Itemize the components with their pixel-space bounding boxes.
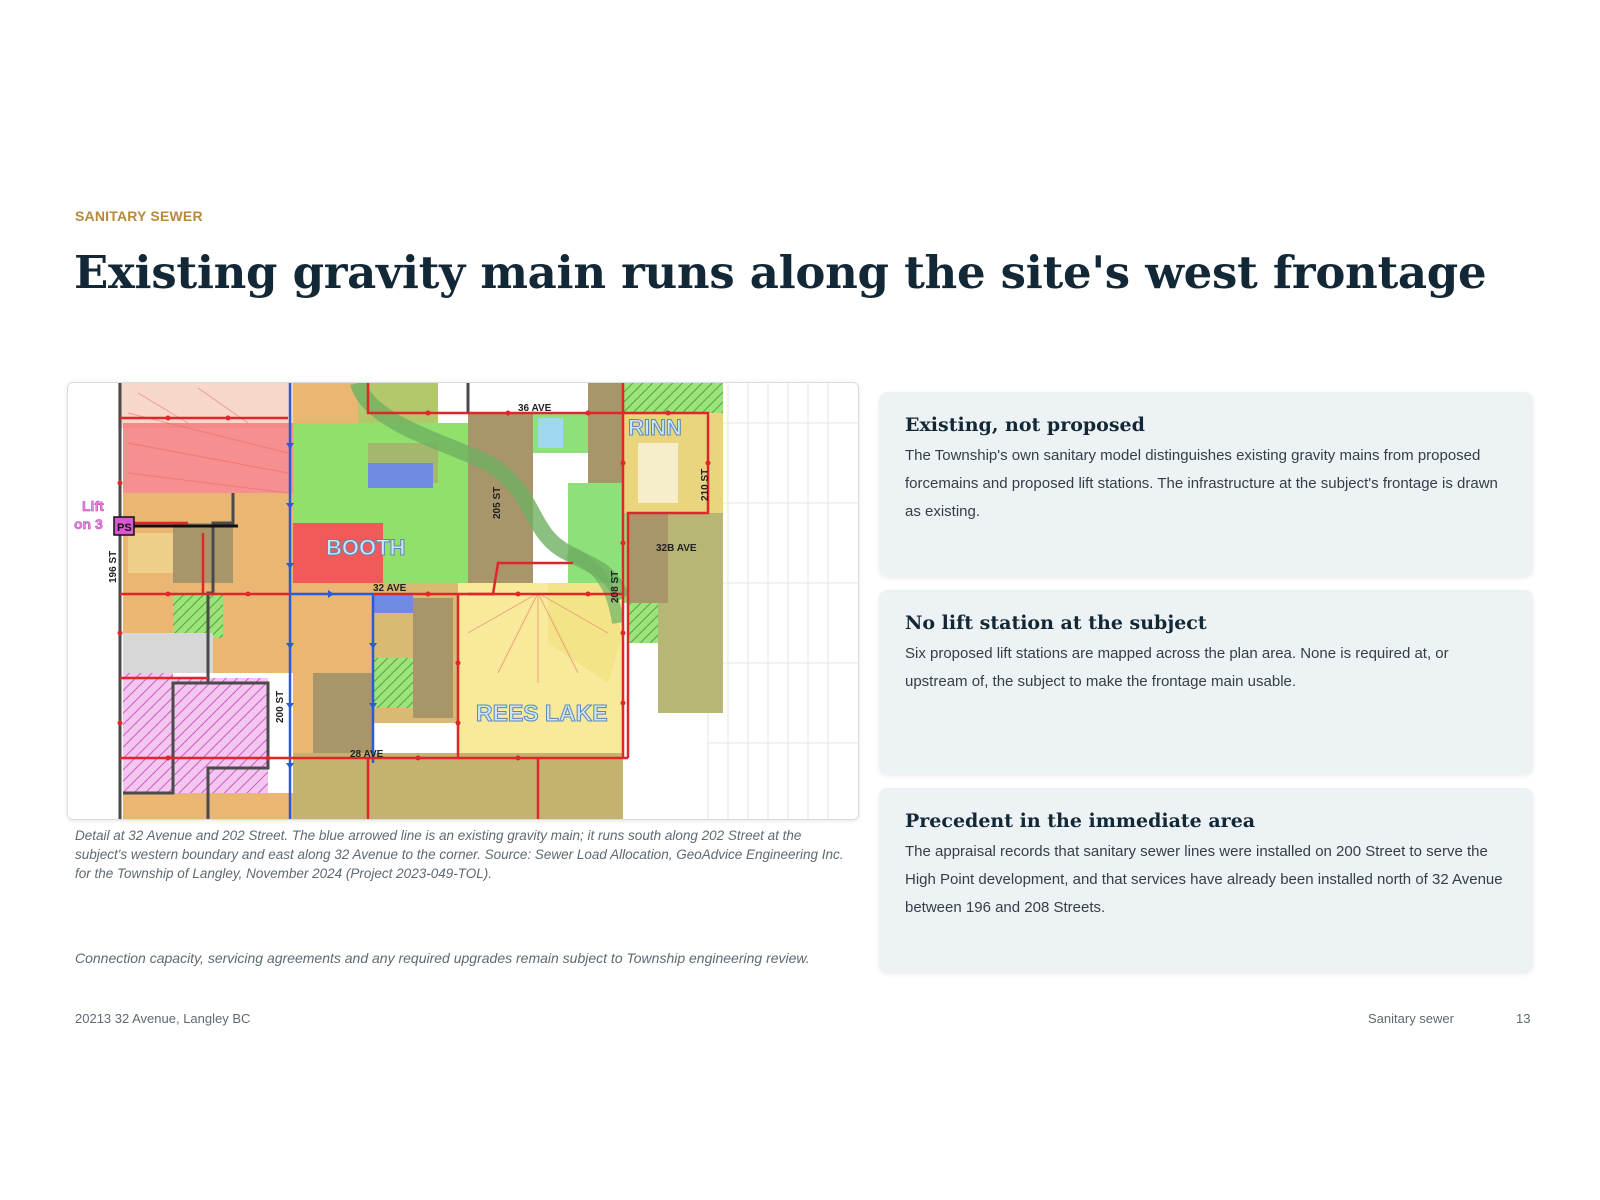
map-caption: Detail at 32 Avenue and 202 Street. The … xyxy=(75,828,844,881)
card-body: The Township's own sanitary model distin… xyxy=(905,447,1498,520)
neighbourhood-rees-lake: REES LAKE xyxy=(476,700,608,726)
street-32b-ave: 32B AVE xyxy=(656,543,697,554)
card-heading: No lift station at the subject xyxy=(905,612,1207,634)
card-heading: Existing, not proposed xyxy=(905,414,1145,436)
footer-address: 20213 32 Avenue, Langley BC xyxy=(75,1011,251,1026)
card-heading: Precedent in the immediate area xyxy=(905,810,1256,832)
neighbourhood-rinn: RINN xyxy=(628,415,682,440)
lift-station-label-2: on 3 xyxy=(74,516,103,532)
card-precedent: Precedent in the immediate area The appr… xyxy=(879,788,1533,972)
neighbourhood-booth: BOOTH xyxy=(326,535,405,560)
street-28-ave: 28 AVE xyxy=(350,749,384,760)
footnote: Connection capacity, servicing agreement… xyxy=(75,950,810,966)
card-body: Six proposed lift stations are mapped ac… xyxy=(905,645,1449,690)
card-body: The appraisal records that sanitary sewe… xyxy=(905,843,1503,916)
pump-station-label: PS xyxy=(117,522,132,534)
street-205-st: 205 ST xyxy=(492,487,503,519)
street-32-ave: 32 AVE xyxy=(373,583,407,594)
street-210-st: 210 ST xyxy=(700,469,711,501)
street-208-st: 208 ST xyxy=(610,571,621,603)
sewer-map-figure: PS Lift on 3 BOOTH RINN REES LAKE 36 AVE… xyxy=(67,382,859,820)
eyebrow-label: SANITARY SEWER xyxy=(75,208,203,224)
street-196-st: 196 ST xyxy=(108,551,119,583)
card-no-lift-station: No lift station at the subject Six propo… xyxy=(879,590,1533,774)
page-number: 13 xyxy=(1516,1011,1531,1026)
card-existing-not-proposed: Existing, not proposed The Township's ow… xyxy=(879,392,1533,576)
street-36-ave: 36 AVE xyxy=(518,403,552,414)
sewer-map: PS Lift on 3 BOOTH RINN REES LAKE 36 AVE… xyxy=(68,383,858,819)
lift-station-label-1: Lift xyxy=(82,498,104,514)
street-200-st: 200 ST xyxy=(275,691,286,723)
page-title: Existing gravity main runs along the sit… xyxy=(74,246,1487,299)
footer-section-name: Sanitary sewer xyxy=(1368,1011,1454,1026)
